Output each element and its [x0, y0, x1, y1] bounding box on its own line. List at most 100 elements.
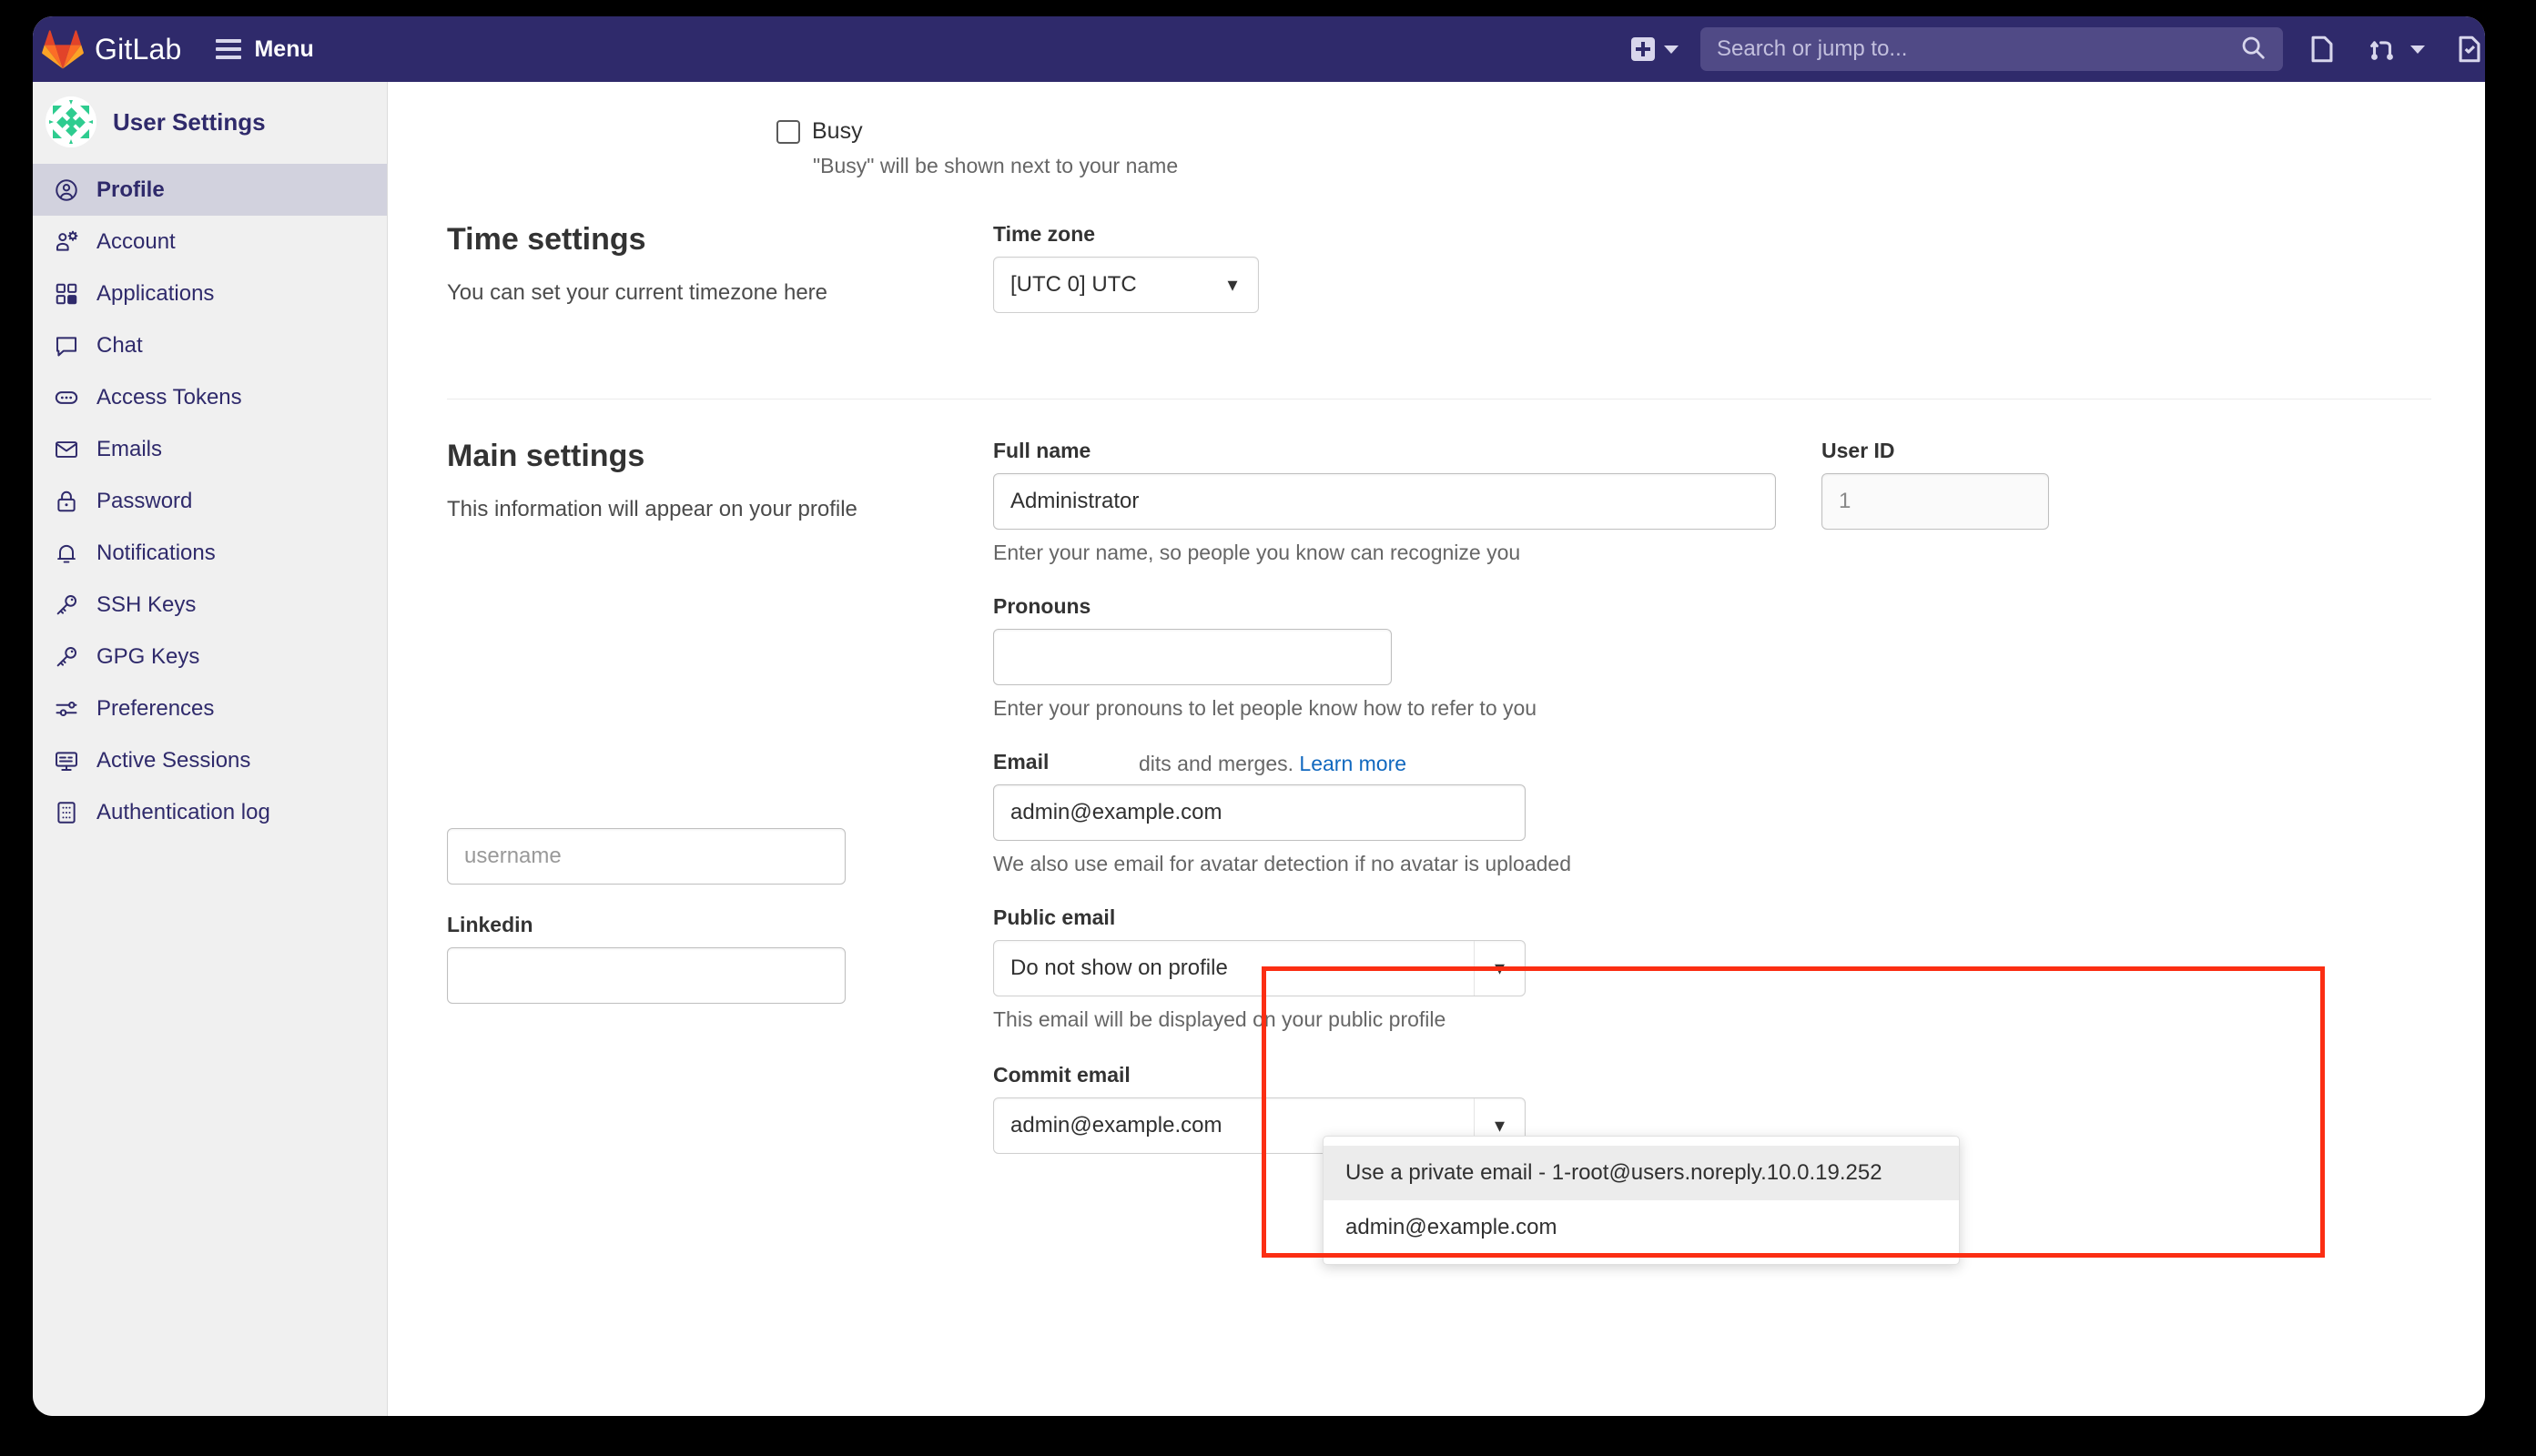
issues-button[interactable] [2292, 16, 2352, 82]
email-input[interactable]: admin@example.com [993, 784, 1526, 841]
topbar-right-actions: Search or jump to... [1618, 16, 2485, 82]
busy-label: Busy [812, 118, 863, 145]
commit-email-value: admin@example.com [1010, 1113, 1222, 1138]
gitlab-home-link[interactable]: GitLab [33, 29, 181, 69]
key-icon [53, 643, 80, 671]
plus-square-icon [1631, 37, 1655, 61]
issues-icon [2307, 34, 2338, 65]
account-icon [53, 228, 80, 256]
pronouns-label: Pronouns [993, 594, 1392, 619]
sidebar-item-label: Active Sessions [96, 748, 250, 774]
timezone-label: Time zone [993, 222, 2450, 247]
sidebar-context-header[interactable]: User Settings [33, 82, 387, 164]
sidebar-item-label: Chat [96, 333, 143, 359]
sidebar-item-password[interactable]: Password [33, 475, 387, 527]
time-settings-title: Time settings [447, 222, 957, 258]
gitlab-logo-icon [42, 29, 84, 69]
pronouns-input[interactable] [993, 629, 1392, 685]
busy-checkbox[interactable] [776, 120, 800, 144]
full-name-input[interactable]: Administrator [993, 473, 1776, 530]
commit-email-option[interactable]: Use a private email - 1-root@users.norep… [1324, 1146, 1959, 1200]
sidebar-item-ssh-keys[interactable]: SSH Keys [33, 579, 387, 631]
commit-email-learn-more-link[interactable]: Learn more [1299, 752, 1406, 775]
timezone-value: [UTC 0] UTC [1010, 272, 1137, 298]
linkedin-input[interactable] [447, 947, 846, 1004]
full-name-hint: Enter your name, so people you know can … [993, 541, 1776, 565]
key-icon [53, 592, 80, 619]
sidebar-item-label: Preferences [96, 696, 214, 722]
left-sidebar: User Settings ProfileAccount Applications… [33, 82, 388, 1416]
menu-label: Menu [254, 36, 313, 63]
user-id-input: 1 [1821, 473, 2049, 530]
user-id-field: User ID 1 [1821, 439, 2049, 1154]
username-input[interactable]: username [447, 828, 846, 885]
sidebar-item-applications[interactable]: Applications [33, 268, 387, 319]
linkedin-label: Linkedin [447, 913, 846, 937]
sidebar-nav-list: ProfileAccount Applications Chat Access Tok… [33, 164, 387, 838]
sidebar-item-label: Applications [96, 281, 214, 307]
merge-requests-button[interactable] [2352, 16, 2440, 82]
commit-email-option[interactable]: admin@example.com [1324, 1200, 1959, 1255]
search-input[interactable]: Search or jump to... [1700, 27, 2283, 71]
applications-icon [53, 280, 80, 308]
full-name-value: Administrator [1010, 489, 1139, 514]
preferences-icon [53, 695, 80, 723]
sidebar-item-gpg-keys[interactable]: GPG Keys [33, 631, 387, 682]
sidebar-item-profile[interactable]: Profile [33, 164, 387, 216]
main-settings-title: Main settings [447, 439, 957, 474]
main-menu-button[interactable]: Menu [216, 36, 313, 63]
linkedin-field: Linkedin [447, 913, 846, 1004]
email-icon [53, 436, 80, 463]
sidebar-item-access-tokens[interactable]: Access Tokens [33, 371, 387, 423]
public-email-label: Public email [993, 905, 1526, 930]
todos-button[interactable] [2440, 16, 2485, 82]
commit-email-label: Commit email [993, 1063, 1526, 1087]
log-icon [53, 799, 80, 826]
public-email-select[interactable]: Do not show on profile ▾ [993, 940, 1526, 996]
main-settings-description: This information will appear on your pro… [447, 494, 957, 526]
hamburger-icon [216, 39, 241, 59]
sidebar-item-active-sessions[interactable]: Active Sessions [33, 734, 387, 786]
user-id-label: User ID [1821, 439, 2049, 463]
public-email-field: Public email Do not show on profile ▾ Th… [993, 905, 1526, 1032]
chevron-down-icon [1664, 46, 1679, 54]
sidebar-item-account[interactable]: Account [33, 216, 387, 268]
time-settings-description: You can set your current timezone here [447, 278, 957, 309]
merge-request-icon [2367, 34, 2398, 65]
commit-email-dropdown-menu[interactable]: Use a private email - 1-root@users.norep… [1323, 1136, 1960, 1265]
sidebar-item-notifications[interactable]: Notifications [33, 527, 387, 579]
bell-icon [53, 540, 80, 567]
timezone-select[interactable]: [UTC 0] UTC ▾ [993, 257, 1259, 313]
lock-icon [53, 488, 80, 515]
sidebar-item-chat[interactable]: Chat [33, 319, 387, 371]
public-email-value: Do not show on profile [1010, 956, 1228, 981]
sidebar-item-label: Access Tokens [96, 385, 242, 410]
full-name-label: Full name [993, 439, 1776, 463]
gitlab-brand-text: GitLab [95, 33, 181, 66]
search-icon [2239, 34, 2267, 66]
browser-viewport: GitLab Menu Search or jump to... [33, 16, 2485, 1416]
chevron-down-icon: ▾ [1474, 941, 1525, 996]
time-settings-section: Time settings You can set your current t… [447, 218, 2450, 313]
sidebar-context-title: User Settings [113, 108, 266, 136]
email-value: admin@example.com [1010, 800, 1222, 825]
main-settings-section: Main settings This information will appe… [447, 435, 2450, 1154]
email-hint: We also use email for avatar detection i… [993, 852, 1776, 876]
monitor-icon [53, 747, 80, 774]
commit-email-hint-text: dits and merges. [1139, 752, 1293, 775]
pronouns-hint: Enter your pronouns to let people know h… [993, 696, 1776, 721]
sidebar-item-authentication-log[interactable]: Authentication log [33, 786, 387, 838]
full-name-field: Full name Administrator Enter your name,… [993, 439, 1776, 565]
sidebar-item-label: Emails [96, 437, 162, 462]
main-content: Busy "Busy" will be shown next to your n… [389, 82, 2485, 1416]
profile-icon [53, 177, 80, 204]
chevron-down-icon [2410, 46, 2425, 54]
user-id-value: 1 [1839, 489, 1851, 514]
user-avatar [46, 96, 96, 147]
top-navigation-bar: GitLab Menu Search or jump to... [33, 16, 2485, 82]
sidebar-item-label: GPG Keys [96, 644, 199, 670]
sidebar-item-emails[interactable]: Emails [33, 423, 387, 475]
create-new-button[interactable] [1618, 16, 1691, 82]
sidebar-item-preferences[interactable]: Preferences [33, 682, 387, 734]
sidebar-item-label: Password [96, 489, 192, 514]
